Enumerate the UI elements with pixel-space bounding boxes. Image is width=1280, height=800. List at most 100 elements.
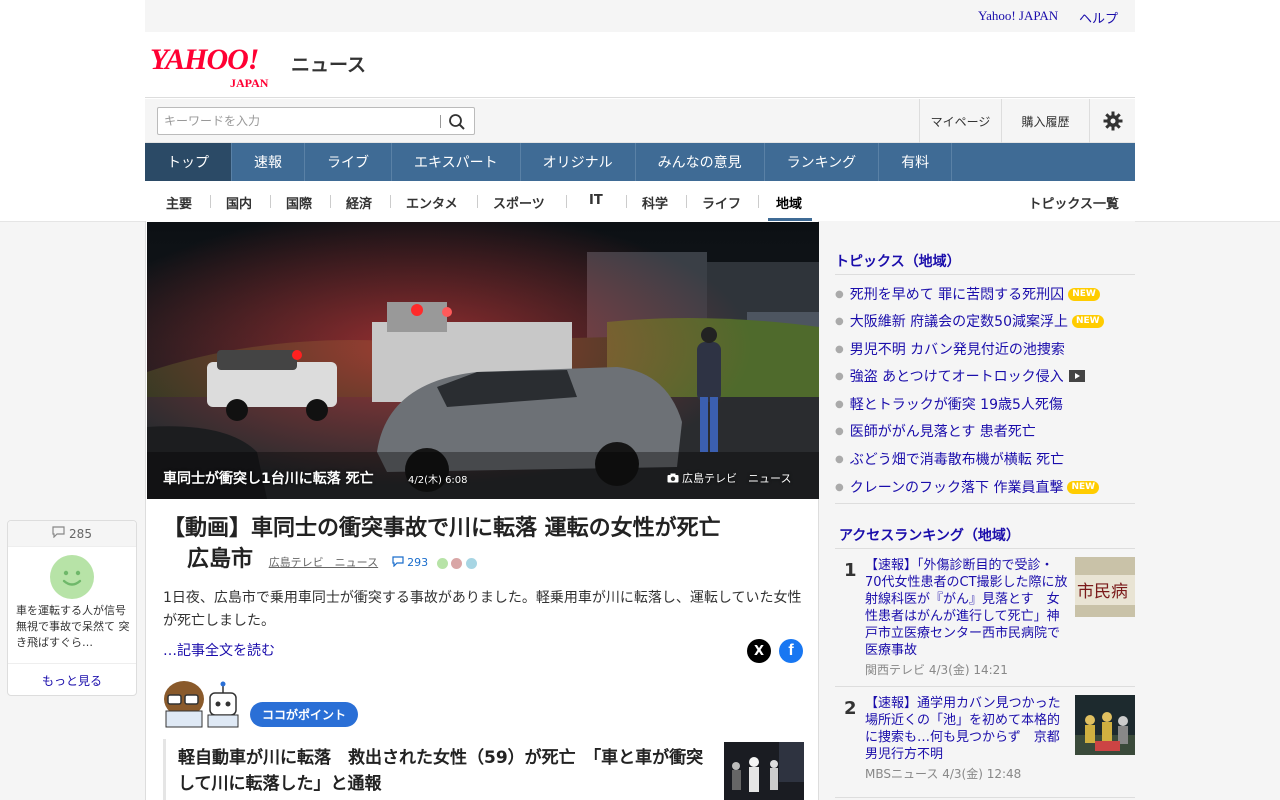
category-science[interactable]: 科学	[642, 193, 668, 212]
category-divider	[330, 195, 331, 208]
ranking-number: 1	[844, 560, 857, 581]
article-comment-count: 293	[407, 556, 429, 569]
comment-more-link[interactable]: もっと見る	[8, 663, 136, 696]
topic-text: ぶどう畑で消毒散布機が横転 死亡	[849, 452, 1065, 468]
ranking-date: 4/3(金) 14:21	[928, 663, 1008, 677]
category-divider	[686, 195, 687, 208]
category-life[interactable]: ライフ	[702, 193, 741, 212]
topics-list-link[interactable]: トピックス一覧	[1028, 193, 1119, 212]
search-separator	[440, 115, 441, 128]
related-article-thumbnail	[724, 742, 804, 800]
video-icon	[1068, 370, 1085, 382]
comment-widget-count: 285	[69, 526, 92, 541]
topic-item[interactable]: ● 大阪維新 府議会の定数50減案浮上 NEW	[835, 311, 1104, 331]
facebook-share-icon[interactable]: f	[779, 639, 803, 663]
nav-breaking[interactable]: 速報	[232, 143, 305, 181]
category-it[interactable]: IT	[589, 193, 603, 208]
section-rule	[835, 548, 1135, 549]
comment-widget-text[interactable]: 車を運転する人が信号無視で事故で呆然て 突き飛ばすぐら…	[16, 603, 130, 651]
reaction-face-icon	[464, 556, 478, 570]
nav-live[interactable]: ライブ	[305, 143, 392, 181]
smile-avatar-icon	[50, 555, 94, 599]
category-divider	[758, 195, 759, 208]
search-input[interactable]	[158, 108, 428, 134]
category-domestic[interactable]: 国内	[226, 193, 252, 212]
yahoo-news-logo[interactable]: YAHOO! JAPAN ニュース	[150, 43, 366, 91]
ranking-date: 4/3(金) 12:48	[942, 767, 1022, 781]
topic-text: 死刑を早めて 罪に苦悶する死刑囚	[849, 287, 1065, 303]
ranking-item[interactable]: 1 【速報】「外傷診断目的で受診・70代女性患者のCT撮影した際に放射線科医が『…	[835, 557, 1135, 677]
category-international[interactable]: 国際	[286, 193, 312, 212]
x-share-icon[interactable]: X	[747, 639, 771, 663]
comment-icon	[392, 556, 404, 568]
search-icon[interactable]	[448, 113, 466, 131]
category-economy[interactable]: 経済	[346, 193, 372, 212]
article-summary: 1日夜、広島市で乗用車同士が衝突する事故がありました。軽乗用車が川に転落し、運転…	[163, 590, 802, 629]
topics-section-title[interactable]: トピックス（地域）	[835, 251, 961, 271]
new-badge: NEW	[1067, 480, 1100, 494]
article-comments-link[interactable]: 293	[392, 556, 432, 569]
yahoo-japan-link[interactable]: Yahoo! JAPAN	[978, 8, 1058, 24]
search-box	[157, 107, 475, 135]
topic-item[interactable]: ● 男児不明 カバン発見付近の池捜索	[835, 339, 1065, 359]
category-sports[interactable]: スポーツ	[493, 193, 545, 212]
category-divider	[390, 195, 391, 208]
ranking-meta: MBSニュース 4/3(金) 12:48	[865, 765, 1021, 782]
topic-item[interactable]: ● ぶどう畑で消毒散布機が横転 死亡	[835, 449, 1064, 469]
help-link[interactable]: ヘルプ	[1079, 8, 1118, 27]
hero-source-text: 広島テレビ ニュース	[682, 472, 792, 485]
nav-original[interactable]: オリジナル	[521, 143, 636, 181]
main-column: 車同士が衝突し1台川に転落 死亡 4/2(木) 6:08 広島テレビ ニュース …	[145, 221, 819, 800]
ranking-number: 2	[844, 698, 857, 719]
ranking-item[interactable]: 2 【速報】通学用カバン見つかった場所近くの「池」を初めて本格的に捜索も…何も見…	[835, 695, 1135, 785]
ranking-section-title[interactable]: アクセスランキング（地域）	[839, 525, 1020, 545]
topic-item[interactable]: ● 医師ががん見落とす 患者死亡	[835, 421, 1036, 441]
bullet-icon: ●	[835, 481, 844, 493]
headline-line1: 【動画】車同士の衝突事故で川に転落 運転の女性が死亡	[163, 516, 721, 541]
nav-top[interactable]: トップ	[145, 143, 232, 181]
mypage-button[interactable]: マイページ	[919, 99, 1001, 143]
point-section: ココがポイント	[162, 679, 372, 729]
logo-news-text: ニュース	[291, 54, 367, 76]
related-article[interactable]: 軽自動車が川に転落 救出された女性（59）が死亡 「車と車が衝突して川に転落した…	[163, 739, 804, 800]
comment-widget: 285 車を運転する人が信号無視で事故で呆然て 突き飛ばすぐら… もっと見る	[7, 520, 137, 696]
nav-expert[interactable]: エキスパート	[392, 143, 521, 181]
bullet-icon: ●	[835, 453, 844, 465]
category-divider	[566, 195, 567, 208]
hero-source: 広島テレビ ニュース	[667, 470, 791, 486]
hero-image[interactable]: 車同士が衝突し1台川に転落 死亡 4/2(木) 6:08 広島テレビ ニュース	[147, 222, 819, 499]
category-entertainment[interactable]: エンタメ	[406, 193, 458, 212]
logo-japan-text: JAPAN	[230, 76, 269, 90]
thumbnail-text: 市民病	[1077, 582, 1128, 602]
topic-item[interactable]: ● 軽とトラックが衝突 19歳5人死傷	[835, 394, 1063, 414]
article-source-link[interactable]: 広島テレビ ニュース	[269, 556, 378, 569]
ranking-title: 【速報】「外傷診断目的で受診・70代女性患者のCT撮影した際に放射線科医が『がん…	[865, 558, 1068, 658]
section-rule	[835, 274, 1135, 275]
ranking-source: MBSニュース	[865, 767, 939, 781]
topic-text: 強盗 あとつけてオートロック侵入	[849, 369, 1064, 385]
topic-item[interactable]: ● クレーンのフック落下 作業員直撃 NEW	[835, 477, 1100, 497]
new-badge: NEW	[1068, 287, 1100, 301]
bullet-icon: ●	[835, 425, 844, 437]
nav-ranking[interactable]: ランキング	[765, 143, 880, 181]
bullet-icon: ●	[835, 315, 844, 327]
topic-text: 軽とトラックが衝突 19歳5人死傷	[849, 397, 1063, 413]
topic-item[interactable]: ● 死刑を早めて 罪に苦悶する死刑囚 NEW	[835, 284, 1100, 304]
category-main[interactable]: 主要	[166, 193, 192, 212]
category-local[interactable]: 地域	[776, 193, 802, 212]
nav-paid[interactable]: 有料	[879, 143, 953, 181]
read-full-article-link[interactable]: …記事全文を読む	[163, 640, 275, 660]
logo-yahoo-text: YAHOO!	[150, 43, 259, 76]
article-headline[interactable]: 【動画】車同士の衝突事故で川に転落 運転の女性が死亡 広島市 広島テレビ ニュー…	[163, 513, 793, 578]
nav-opinions[interactable]: みんなの意見	[636, 143, 765, 181]
comment-widget-header[interactable]: 285	[8, 521, 136, 547]
category-divider	[270, 195, 271, 208]
section-rule	[835, 686, 1135, 687]
topic-item[interactable]: ● 強盗 あとつけてオートロック侵入	[835, 366, 1085, 386]
section-rule	[835, 797, 1135, 798]
purchase-history-button[interactable]: 購入履歴	[1001, 99, 1089, 143]
gear-icon[interactable]	[1089, 99, 1135, 143]
bullet-icon: ●	[835, 370, 844, 382]
ranking-meta: 関西テレビ 4/3(金) 14:21	[865, 661, 1008, 678]
section-rule	[835, 503, 1135, 504]
